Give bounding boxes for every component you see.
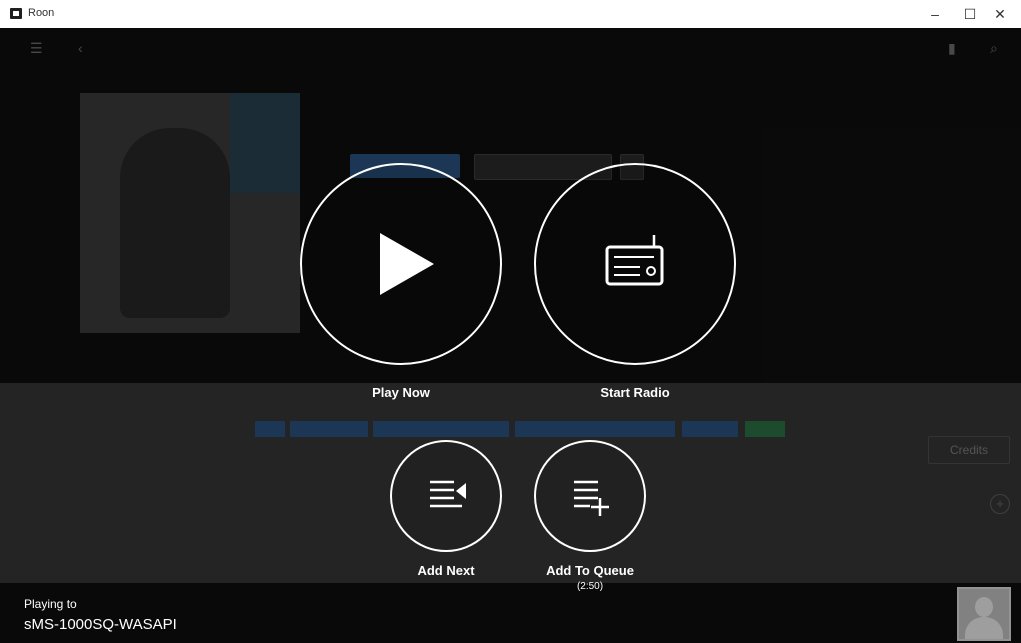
start-radio-button[interactable] (534, 163, 736, 365)
play-now-label: Play Now (372, 385, 430, 400)
close-button[interactable]: ✕ (985, 3, 1015, 25)
zone-name[interactable]: sMS-1000SQ-WASAPI (24, 616, 177, 633)
start-radio-label: Start Radio (600, 385, 670, 400)
play-now-button[interactable] (300, 163, 502, 365)
add-to-queue-icon (574, 480, 609, 516)
minimize-button[interactable]: – (920, 3, 950, 25)
add-to-queue-button[interactable] (534, 440, 646, 552)
radio-icon (605, 235, 664, 286)
roon-app-icon (10, 8, 22, 19)
playing-to-label: Playing to (24, 597, 77, 611)
add-to-queue-label: Add To Queue (546, 563, 634, 578)
add-next-button[interactable] (390, 440, 502, 552)
window-title: Roon (28, 7, 55, 19)
main-content: ☰ ‹ ▮ ⌕ Credits + Play Now Start Radio A… (0, 28, 1021, 643)
add-to-queue-duration: (2:50) (576, 581, 604, 592)
action-overlay[interactable] (0, 28, 1021, 643)
window-titlebar: Roon – ☐ ✕ (0, 0, 1021, 28)
maximize-button[interactable]: ☐ (955, 3, 985, 25)
add-next-label: Add Next (417, 563, 475, 578)
play-icon (380, 233, 434, 295)
add-next-icon (430, 480, 466, 508)
